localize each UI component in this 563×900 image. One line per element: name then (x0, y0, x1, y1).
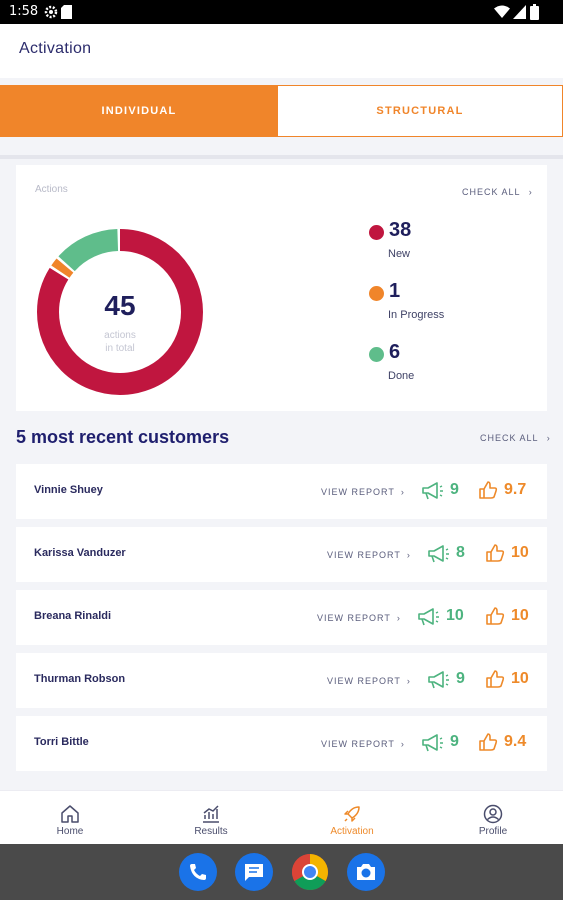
customer-name: Breana Rinaldi (34, 610, 112, 622)
actions-caption-line-2: in total (105, 343, 135, 354)
tab-individual[interactable]: INDIVIDUAL (0, 85, 278, 137)
chevron-right-icon: › (400, 487, 405, 497)
profile-icon (483, 804, 503, 824)
page-title: Activation (19, 40, 92, 57)
megaphone-icon (418, 608, 439, 626)
view-report-button[interactable]: VIEW REPORT › (317, 613, 401, 623)
megaphone-icon (422, 482, 443, 500)
megaphone-score: 9 (450, 481, 459, 498)
customer-row[interactable]: Breana Rinaldi VIEW REPORT › 10 10 (16, 590, 547, 645)
thumbs-up-icon (479, 733, 498, 751)
actions-total: 45 (104, 290, 136, 321)
chevron-right-icon: › (400, 739, 405, 749)
view-report-button[interactable]: VIEW REPORT › (327, 676, 411, 686)
check-all-label: CHECK ALL (462, 187, 521, 197)
nav-results[interactable]: Results (141, 791, 281, 845)
chevron-right-icon: › (546, 433, 551, 443)
nav-results-label: Results (194, 826, 228, 837)
legend-dot-done (369, 347, 384, 362)
legend-value-new: 38 (389, 219, 412, 241)
actions-card: Actions CHECK ALL › 45 actions in total … (16, 165, 547, 411)
customer-name: Thurman Robson (34, 673, 126, 685)
customer-name: Vinnie Shuey (34, 484, 103, 496)
sd-card-icon (61, 5, 72, 19)
home-icon (61, 805, 79, 823)
legend-value-in-progress: 1 (389, 280, 401, 302)
nav-profile[interactable]: Profile (423, 791, 563, 845)
chevron-right-icon: › (406, 550, 411, 560)
legend-label-in-progress: In Progress (388, 309, 445, 321)
view-report-button[interactable]: VIEW REPORT › (321, 739, 405, 749)
thumbs-score: 9.4 (504, 733, 527, 750)
view-report-button[interactable]: VIEW REPORT › (321, 487, 405, 497)
actions-label: Actions (35, 184, 68, 195)
bottom-nav: Home Results Activation Profile (0, 790, 563, 844)
view-report-label: VIEW REPORT (327, 676, 401, 686)
view-report-label: VIEW REPORT (321, 487, 395, 497)
chevron-right-icon: › (528, 187, 533, 197)
megaphone-score: 9 (450, 733, 459, 750)
megaphone-icon (428, 671, 449, 689)
system-dock (0, 844, 563, 900)
customer-row[interactable]: Thurman Robson VIEW REPORT › 9 10 (16, 653, 547, 708)
chevron-right-icon: › (406, 676, 411, 686)
view-report-button[interactable]: VIEW REPORT › (327, 550, 411, 560)
nav-home[interactable]: Home (0, 791, 140, 845)
rocket-icon (344, 806, 360, 822)
chrome-icon[interactable] (291, 853, 329, 891)
customer-row[interactable]: Torri Bittle VIEW REPORT › 9 9.4 (16, 716, 547, 771)
legend-value-done: 6 (389, 341, 401, 363)
customer-row[interactable]: Vinnie Shuey VIEW REPORT › 9 9.7 (16, 464, 547, 519)
messages-icon[interactable] (235, 853, 273, 891)
wifi-icon (494, 5, 510, 18)
check-all-label: CHECK ALL (480, 433, 539, 443)
actions-total-caption: actions in total (36, 329, 204, 355)
legend-dot-in-progress (369, 286, 384, 301)
legend-label-done: Done (388, 370, 415, 382)
customer-name: Karissa Vanduzer (34, 547, 126, 559)
tab-structural[interactable]: STRUCTURAL (278, 85, 563, 137)
thumbs-score: 9.7 (504, 481, 527, 498)
megaphone-score: 8 (456, 544, 465, 561)
nav-activation-label: Activation (330, 826, 374, 837)
legend-dot-new (369, 225, 384, 240)
thumbs-score: 10 (511, 607, 529, 624)
divider (0, 155, 563, 159)
view-report-label: VIEW REPORT (317, 613, 391, 623)
customers-section-title: 5 most recent customers (16, 427, 230, 447)
thumbs-up-icon (479, 481, 498, 499)
thumbs-up-icon (486, 670, 505, 688)
chart-icon (203, 805, 219, 823)
megaphone-icon (428, 545, 449, 563)
megaphone-score: 9 (456, 670, 465, 687)
thumbs-score: 10 (511, 544, 529, 561)
battery-icon (530, 4, 539, 20)
legend-label-new: New (388, 248, 411, 260)
thumbs-up-icon (486, 607, 505, 625)
settings-icon (44, 5, 58, 19)
actions-caption-line-1: actions (104, 330, 136, 341)
customers-check-all-button[interactable]: CHECK ALL › (480, 433, 551, 443)
view-report-label: VIEW REPORT (321, 739, 395, 749)
megaphone-score: 10 (446, 607, 464, 624)
camera-icon[interactable] (347, 853, 385, 891)
signal-icon (513, 5, 526, 19)
status-time: 1:58 (9, 4, 39, 19)
nav-activation[interactable]: Activation (282, 791, 422, 845)
customer-row[interactable]: Karissa Vanduzer VIEW REPORT › 8 10 (16, 527, 547, 582)
phone-icon[interactable] (179, 853, 217, 891)
megaphone-icon (422, 734, 443, 752)
view-report-label: VIEW REPORT (327, 550, 401, 560)
thumbs-up-icon (486, 544, 505, 562)
chevron-right-icon: › (396, 613, 401, 623)
donut-center: 45 actions in total (36, 228, 204, 396)
nav-home-label: Home (56, 826, 84, 837)
actions-check-all-button[interactable]: CHECK ALL › (462, 187, 533, 197)
nav-profile-label: Profile (478, 826, 508, 837)
customer-name: Torri Bittle (34, 736, 89, 748)
app-bar: Activation (0, 24, 563, 78)
thumbs-score: 10 (511, 670, 529, 687)
status-bar: 1:58 (0, 0, 563, 24)
tab-bar: INDIVIDUAL STRUCTURAL (0, 85, 563, 137)
